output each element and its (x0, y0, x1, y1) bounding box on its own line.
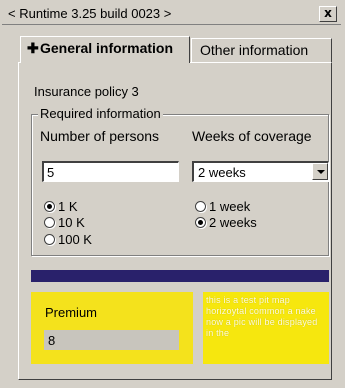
tab-other-information[interactable]: Other information (191, 38, 332, 62)
persons-input[interactable]: 5 (42, 161, 179, 182)
radio-2-weeks[interactable]: 2 weeks (195, 215, 257, 230)
group-title: Required information (38, 106, 163, 121)
radio-2-weeks-label: 2 weeks (209, 215, 257, 230)
runtime-window: < Runtime 3.25 build 0023 > x ✚General i… (0, 0, 345, 388)
radio-1-week-indicator (195, 201, 206, 212)
weeks-header: Weeks of coverage (192, 128, 312, 144)
radio-1-week[interactable]: 1 week (195, 199, 250, 214)
radio-1k-indicator (44, 201, 55, 212)
radio-100k[interactable]: 100 K (44, 232, 92, 247)
premium-value: 8 (44, 330, 179, 350)
tab-other-label: Other information (200, 42, 309, 58)
radio-1-week-label: 1 week (209, 199, 251, 214)
weeks-select-value: 2 weeks (198, 165, 246, 180)
tab-general-information[interactable]: ✚General information (20, 36, 190, 63)
policy-label: Insurance policy 3 (34, 84, 139, 99)
persons-header: Number of persons (40, 128, 160, 144)
radio-100k-indicator (44, 234, 55, 245)
radio-1k[interactable]: 1 K (44, 199, 78, 214)
weeks-select[interactable]: 2 weeks (192, 161, 329, 182)
radio-10k-indicator (44, 217, 55, 228)
picture-text: this is a test pit map horizoytal common… (206, 295, 318, 338)
tab-general-label: General information (40, 40, 174, 56)
title-bar: < Runtime 3.25 build 0023 > x (2, 2, 341, 25)
close-button[interactable]: x (319, 6, 337, 22)
premium-box (31, 292, 193, 364)
window-title: < Runtime 3.25 build 0023 > (8, 6, 172, 21)
chevron-down-icon[interactable] (312, 163, 328, 180)
radio-10k-label: 10 K (58, 215, 85, 230)
radio-2-weeks-indicator (195, 217, 206, 228)
radio-1k-label: 1 K (58, 199, 78, 214)
radio-100k-label: 100 K (58, 232, 92, 247)
radio-10k[interactable]: 10 K (44, 215, 85, 230)
picture-bitmap: this is a test pit map horizoytal common… (203, 292, 329, 364)
plus-icon: ✚ (27, 40, 39, 56)
premium-label: Premium (45, 305, 98, 320)
divider-bar (31, 270, 329, 282)
